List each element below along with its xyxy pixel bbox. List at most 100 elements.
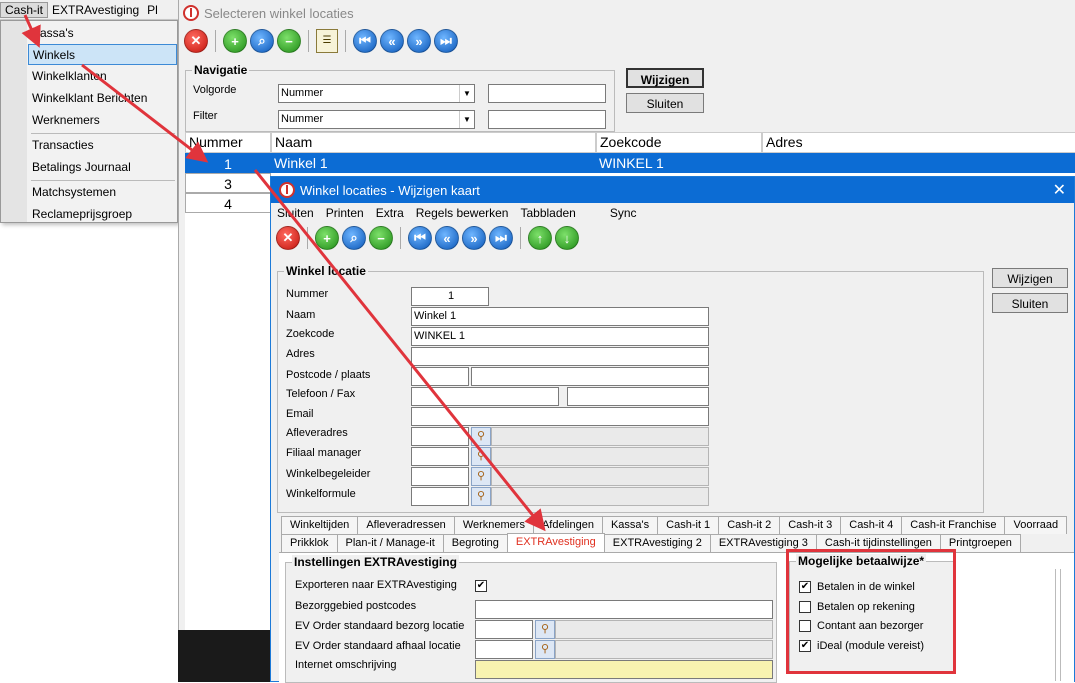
menu-printen[interactable]: Printen (320, 206, 370, 220)
search-icon[interactable]: ⌕ (250, 29, 274, 53)
tab-prikklok[interactable]: Prikklok (281, 534, 338, 552)
tab-cash-it-3[interactable]: Cash-it 3 (779, 516, 842, 534)
tab-begroting[interactable]: Begroting (442, 534, 508, 552)
close-icon[interactable]: ✕ (184, 29, 208, 53)
tab-cash-it-1[interactable]: Cash-it 1 (657, 516, 720, 534)
wijzigen-button[interactable]: Wijzigen (992, 268, 1068, 288)
menu-extra[interactable]: Extra (370, 206, 410, 220)
afleveradres-field[interactable] (411, 427, 469, 446)
lookup-icon[interactable]: ⚲ (535, 620, 555, 639)
menu-sync[interactable]: Sync (582, 206, 643, 220)
add-icon[interactable]: + (223, 29, 247, 53)
menu-tabbladen[interactable]: Tabbladen (514, 206, 581, 220)
table-row-zoekcode[interactable]: WINKEL 1 (596, 153, 762, 173)
search-icon[interactable]: ⌕ (342, 226, 366, 250)
menu-extravestiging[interactable]: EXTRAvestiging (48, 3, 143, 17)
lookup-icon[interactable]: ⚲ (471, 467, 491, 486)
menu-item-kassas[interactable]: Kassa's (28, 23, 177, 44)
table-row-nummer[interactable]: 4 (185, 193, 271, 213)
naam-field[interactable]: Winkel 1 (411, 307, 709, 326)
menu-regels-bewerken[interactable]: Regels bewerken (410, 206, 515, 220)
zoekcode-field[interactable]: WINKEL 1 (411, 327, 709, 346)
bezorg-locatie-field[interactable] (475, 620, 533, 639)
remove-icon[interactable]: − (369, 226, 393, 250)
tab-cash-it-franchise[interactable]: Cash-it Franchise (901, 516, 1006, 534)
telefoon-field[interactable] (411, 387, 559, 406)
clipboard-icon[interactable]: ☰ (316, 29, 338, 53)
email-field[interactable] (411, 407, 709, 426)
filiaal-manager-field[interactable] (411, 447, 469, 466)
table-row-adres[interactable] (762, 153, 1075, 173)
menu-sluiten[interactable]: Sluiten (271, 206, 320, 220)
wijzigen-button[interactable]: Wijzigen (626, 68, 704, 88)
tab-voorraad[interactable]: Voorraad (1004, 516, 1068, 534)
column-header-zoekcode[interactable]: Zoekcode (596, 132, 762, 153)
close-icon[interactable]: ✕ (1053, 180, 1066, 200)
exporteren-checkbox[interactable]: ✔ (475, 580, 487, 592)
arrow-up-icon[interactable]: ↑ (528, 226, 552, 250)
menu-item-betalings-journaal[interactable]: Betalings Journaal (28, 157, 177, 178)
lookup-icon[interactable]: ⚲ (535, 640, 555, 659)
adres-field[interactable] (411, 347, 709, 366)
postcode-field[interactable] (411, 367, 469, 386)
column-header-adres[interactable]: Adres (762, 132, 1075, 153)
naam-label: Naam (286, 309, 316, 321)
next-record-icon[interactable]: » (407, 29, 431, 53)
tab-winkeltijden[interactable]: Winkeltijden (281, 516, 359, 534)
afhaal-locatie-field[interactable] (475, 640, 533, 659)
plaats-field[interactable] (471, 367, 709, 386)
lookup-icon[interactable]: ⚲ (471, 447, 491, 466)
volgorde-select[interactable]: Nummer ▼ (278, 84, 475, 103)
winkelbegeleider-field[interactable] (411, 467, 469, 486)
tab-extravestiging-2[interactable]: EXTRAvestiging 2 (603, 534, 711, 552)
first-record-icon[interactable]: ⏮ (408, 226, 432, 250)
lookup-icon[interactable]: ⚲ (471, 427, 491, 446)
previous-record-icon[interactable]: « (380, 29, 404, 53)
previous-record-icon[interactable]: « (435, 226, 459, 250)
menu-item-transacties[interactable]: Transacties (28, 135, 177, 156)
first-record-icon[interactable]: ⏮ (353, 29, 377, 53)
table-row-nummer[interactable]: 3 (185, 173, 271, 193)
chevron-down-icon[interactable]: ▼ (459, 85, 474, 102)
menu-item-reclameprijsgroep[interactable]: Reclameprijsgroep (28, 204, 177, 225)
add-icon[interactable]: + (315, 226, 339, 250)
tab-werknemers[interactable]: Werknemers (453, 516, 534, 534)
lookup-icon[interactable]: ⚲ (471, 487, 491, 506)
tab-cash-it-4[interactable]: Cash-it 4 (840, 516, 903, 534)
menu-pl[interactable]: Pl (143, 3, 162, 17)
fax-field[interactable] (567, 387, 709, 406)
filter-search-input[interactable] (488, 110, 606, 129)
chevron-down-icon[interactable]: ▼ (459, 111, 474, 128)
tab-cash-it-2[interactable]: Cash-it 2 (718, 516, 781, 534)
volgorde-search-input[interactable] (488, 84, 606, 103)
menu-item-winkels[interactable]: Winkels (28, 44, 177, 65)
menu-item-matchsystemen[interactable]: Matchsystemen (28, 182, 177, 203)
tab-afleveradressen[interactable]: Afleveradressen (357, 516, 455, 534)
nummer-field[interactable]: 1 (411, 287, 489, 306)
last-record-icon[interactable]: ⏭ (489, 226, 513, 250)
tab-afdelingen[interactable]: Afdelingen (532, 516, 603, 534)
sluiten-button[interactable]: Sluiten (992, 293, 1068, 313)
column-header-naam[interactable]: Naam (271, 132, 596, 153)
tab-kassas[interactable]: Kassa's (601, 516, 659, 534)
bezorggebied-field[interactable] (475, 600, 773, 619)
filter-select[interactable]: Nummer ▼ (278, 110, 475, 129)
menu-item-werknemers[interactable]: Werknemers (28, 110, 177, 131)
menu-item-winkelklanten[interactable]: Winkelklanten (28, 66, 177, 87)
tab-extravestiging[interactable]: EXTRAvestiging (506, 533, 605, 553)
table-row-nummer[interactable]: 1 (185, 153, 271, 173)
tab-plan-it-manage-it[interactable]: Plan-it / Manage-it (336, 534, 444, 552)
next-record-icon[interactable]: » (462, 226, 486, 250)
menu-cash-it[interactable]: Cash-it (0, 1, 49, 18)
menu-item-winkelklant-berichten[interactable]: Winkelklant Berichten (28, 88, 177, 109)
close-icon[interactable]: ✕ (276, 226, 300, 250)
table-row-naam[interactable]: Winkel 1 (271, 153, 596, 173)
arrow-down-icon[interactable]: ↓ (555, 226, 579, 250)
winkelformule-field[interactable] (411, 487, 469, 506)
last-record-icon[interactable]: ⏭ (434, 29, 458, 53)
scrollbar[interactable] (1055, 569, 1061, 681)
internet-omschrijving-field[interactable] (475, 660, 773, 679)
column-header-nummer[interactable]: Nummer (185, 132, 271, 153)
remove-icon[interactable]: − (277, 29, 301, 53)
sluiten-button[interactable]: Sluiten (626, 93, 704, 113)
